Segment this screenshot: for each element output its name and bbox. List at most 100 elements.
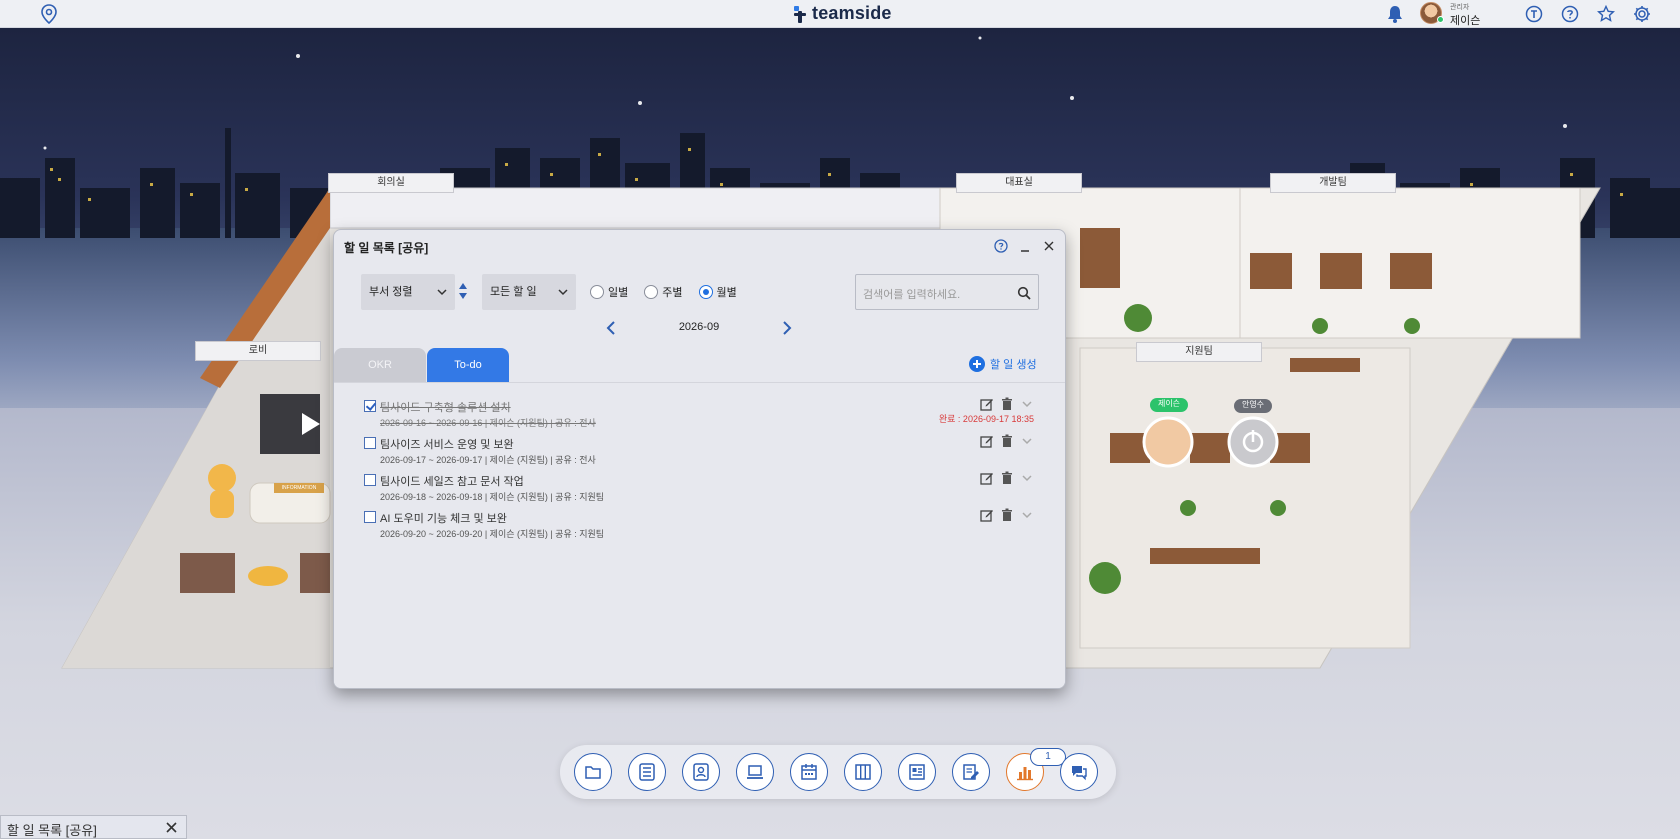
create-task-button[interactable]: 할 일 생성: [969, 356, 1037, 372]
note-edit-icon: [963, 764, 979, 780]
chevron-down-icon[interactable]: [1020, 471, 1034, 485]
task-meta: 2026-09-18 ~ 2026-09-18 | 제이슨 (지원팀) | 공유…: [380, 492, 605, 502]
contacts-icon: [693, 763, 709, 781]
room-label-lobby[interactable]: 로비: [195, 341, 321, 361]
close-icon[interactable]: [1042, 239, 1056, 253]
task-title[interactable]: AI 도우미 기능 체크 및 보완: [380, 510, 507, 526]
dock-calendar-button[interactable]: [790, 753, 828, 791]
chevron-right-icon[interactable]: [780, 320, 794, 336]
radio-daily-label: 일별: [608, 287, 629, 299]
edit-icon[interactable]: [980, 397, 994, 411]
task-checkbox[interactable]: [364, 511, 376, 523]
task-title[interactable]: 팀사이즈 서비스 운영 및 보완: [380, 436, 514, 452]
teamside-logo-icon: [794, 5, 806, 23]
list-icon: [639, 763, 655, 781]
chat-icon: [1072, 766, 1087, 781]
help-icon[interactable]: [994, 239, 1008, 253]
tab-todo[interactable]: To-do: [427, 348, 509, 382]
bell-icon[interactable]: [1386, 4, 1404, 24]
t-icon[interactable]: [1525, 5, 1543, 23]
trash-icon[interactable]: [1000, 434, 1014, 448]
radio-weekly-label: 주별: [662, 287, 683, 299]
sort-order-icon[interactable]: [458, 282, 468, 300]
minimized-window-tab[interactable]: 할 일 목록 [공유]: [0, 815, 187, 839]
edit-icon[interactable]: [980, 434, 994, 448]
top-bar: teamside 관리자 제이슨: [0, 0, 1680, 28]
search-icon[interactable]: [1017, 286, 1031, 300]
period-radio-group: 일별 주별 월별: [590, 284, 737, 300]
user-name[interactable]: 제이슨: [1450, 12, 1480, 28]
dock-kanban-button[interactable]: [844, 753, 882, 791]
room-label-dev[interactable]: 개발팀: [1270, 173, 1396, 193]
kanban-icon: [855, 764, 871, 780]
edit-icon[interactable]: [980, 471, 994, 485]
bottom-dock: 1: [560, 745, 1116, 799]
current-month: 2026-09: [678, 321, 720, 333]
dock-note-button[interactable]: [952, 753, 990, 791]
dock-news-button[interactable]: [898, 753, 936, 791]
tab-okr[interactable]: OKR: [334, 348, 426, 382]
minimize-icon[interactable]: [1018, 239, 1032, 253]
trash-icon[interactable]: [1000, 508, 1014, 522]
radio-monthly-dot[interactable]: [698, 285, 713, 299]
list-item: 팀사이드 세일즈 참고 문서 작업 2026-09-18 ~ 2026-09-1…: [364, 471, 1034, 509]
room-label-meeting[interactable]: 회의실: [328, 173, 454, 193]
task-meta: 2026-09-16 ~ 2026-09-16 | 제이슨 (지원팀) | 공유…: [380, 418, 596, 428]
dock-list-button[interactable]: [628, 753, 666, 791]
location-pin-icon[interactable]: [40, 4, 58, 24]
list-item: 팀사이드 구축형 솔루션 설치 2026-09-16 ~ 2026-09-16 …: [364, 397, 1034, 435]
calendar-icon: [801, 764, 817, 780]
avatar-name-jason[interactable]: 제이슨: [1150, 398, 1188, 412]
chevron-down-icon[interactable]: [1020, 508, 1034, 522]
task-title[interactable]: 팀사이드 구축형 솔루션 설치: [380, 399, 511, 415]
list-item: AI 도우미 기능 체크 및 보완 2026-09-20 ~ 2026-09-2…: [364, 508, 1034, 546]
chevron-down-icon: [437, 289, 447, 296]
sort-select-value: 부서 정렬: [369, 286, 413, 298]
dock-chat-button[interactable]: [1060, 753, 1098, 791]
dock-contacts-button[interactable]: [682, 753, 720, 791]
radio-daily[interactable]: 일별: [590, 284, 628, 300]
dialog-title: 할 일 목록 [공유]: [344, 241, 429, 255]
reception-sign: INFORMATION: [274, 483, 324, 493]
task-checkbox[interactable]: [364, 437, 376, 449]
online-status-dot: [1437, 16, 1444, 23]
task-done-time: 완료 : 2026-09-17 18:35: [938, 414, 1034, 424]
radio-weekly-dot[interactable]: [644, 285, 659, 299]
trash-icon[interactable]: [1000, 397, 1014, 411]
task-actions: [974, 434, 1034, 450]
task-actions: [974, 471, 1034, 487]
trash-icon[interactable]: [1000, 471, 1014, 485]
sort-select[interactable]: 부서 정렬: [361, 274, 455, 310]
folder-icon: [585, 766, 601, 779]
search-input[interactable]: 검색어를 입력하세요.: [855, 274, 1039, 310]
brand-logo[interactable]: teamside: [792, 3, 892, 24]
room-label-ceo[interactable]: 대표실: [956, 173, 1082, 193]
filter-select-value: 모든 할 일: [490, 286, 537, 298]
laptop-icon: [747, 765, 763, 779]
task-title[interactable]: 팀사이드 세일즈 참고 문서 작업: [380, 473, 524, 489]
avatar-name-other[interactable]: 안영수: [1234, 399, 1272, 413]
task-meta: 2026-09-20 ~ 2026-09-20 | 제이슨 (지원팀) | 공유…: [380, 529, 605, 539]
chevron-down-icon[interactable]: [1020, 397, 1034, 411]
task-checkbox[interactable]: [364, 474, 376, 486]
dialog-tabs: OKR To-do 할 일 생성: [334, 348, 1065, 382]
task-actions: [974, 397, 1034, 413]
radio-daily-dot[interactable]: [590, 285, 604, 299]
star-icon[interactable]: [1597, 5, 1615, 23]
dock-folder-button[interactable]: [574, 753, 612, 791]
help-icon[interactable]: [1561, 5, 1579, 23]
edit-icon[interactable]: [980, 508, 994, 522]
radio-monthly[interactable]: 월별: [698, 284, 737, 300]
gear-icon[interactable]: [1633, 5, 1651, 23]
chevron-down-icon[interactable]: [1020, 434, 1034, 448]
dock-laptop-button[interactable]: [736, 753, 774, 791]
filter-select[interactable]: 모든 할 일: [482, 274, 576, 310]
close-icon[interactable]: [165, 821, 178, 834]
radio-weekly[interactable]: 주별: [644, 284, 683, 300]
task-meta: 2026-09-17 ~ 2026-09-17 | 제이슨 (지원팀) | 공유…: [380, 455, 596, 465]
chevron-down-icon: [558, 289, 568, 296]
room-label-support[interactable]: 지원팀: [1136, 342, 1262, 362]
create-task-label: 할 일 생성: [990, 359, 1037, 371]
task-checkbox[interactable]: [364, 400, 376, 412]
search-placeholder: 검색어를 입력하세요.: [863, 289, 961, 301]
